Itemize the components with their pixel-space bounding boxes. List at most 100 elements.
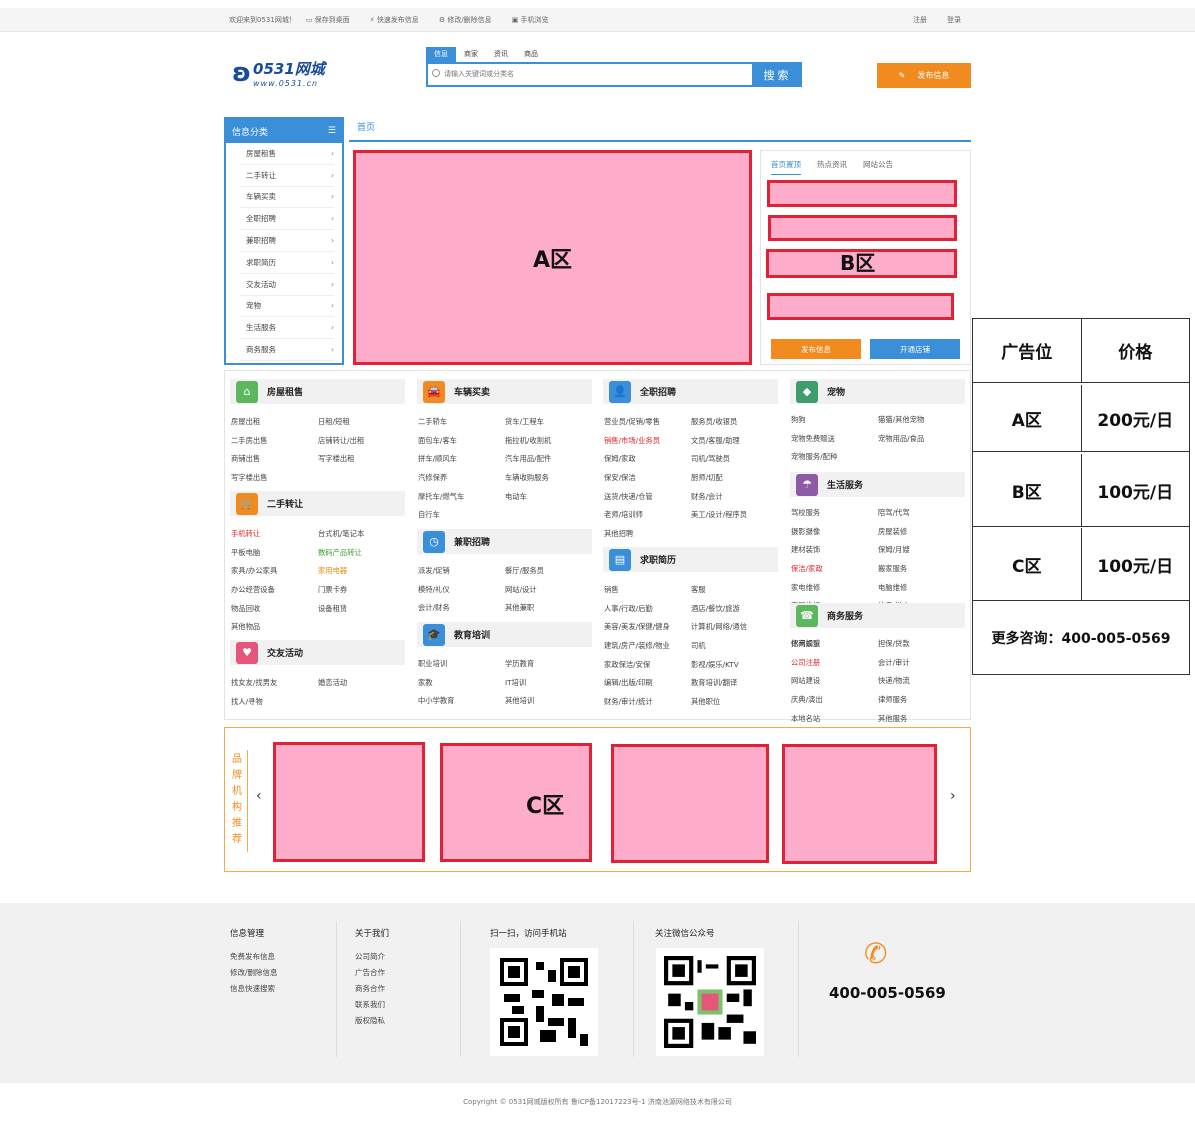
section-header[interactable]: ▤ 求职简历	[603, 547, 778, 572]
section-link[interactable]: 家用电器	[318, 562, 405, 581]
section-link[interactable]: 财务/会计	[691, 488, 778, 507]
section-link[interactable]: 台式机/笔记本	[318, 525, 405, 544]
register-link[interactable]: 注册	[913, 15, 927, 25]
section-link[interactable]: 店铺转让/出租	[318, 432, 405, 451]
section-header[interactable]: 🚘 车辆买卖	[417, 379, 592, 404]
section-link[interactable]: 保安/保洁	[604, 469, 691, 488]
section-link[interactable]: 宠物服务/配种	[791, 448, 878, 467]
section-link[interactable]: 司机	[691, 637, 778, 656]
footer-link[interactable]: 修改/删除信息	[230, 965, 278, 981]
section-link[interactable]: 宠物免费赠送	[791, 430, 878, 449]
section-header[interactable]: ☎ 商务服务	[790, 603, 965, 628]
mobile-link[interactable]: ▣ 手机浏览	[512, 15, 559, 25]
save-desktop-link[interactable]: ▭ 保存到桌面	[306, 15, 360, 25]
section-header[interactable]: ◆ 宠物	[790, 379, 965, 404]
ad-zone-a[interactable]: A区	[353, 150, 752, 365]
section-link[interactable]: 找女友/找男友	[231, 674, 318, 693]
section-link[interactable]: 房屋装修	[878, 523, 965, 542]
section-header[interactable]: 🛒 二手转让	[230, 491, 405, 516]
section-link[interactable]: 家政保洁/安保	[604, 656, 691, 675]
section-link[interactable]: 房屋出租	[231, 413, 318, 432]
section-link[interactable]: 计算机/网络/通信	[691, 618, 778, 637]
section-link[interactable]: 自行车	[418, 506, 505, 525]
section-link[interactable]: 拖拉机/收割机	[505, 432, 592, 451]
tab-home-pinned[interactable]: 首页置顶	[771, 159, 801, 175]
section-link[interactable]: 汽车用品/配件	[505, 450, 592, 469]
post-info-button[interactable]: 发布信息	[771, 339, 861, 359]
tab-site-notice[interactable]: 网站公告	[863, 159, 893, 175]
section-link[interactable]: 销售/市场/业务员	[604, 432, 691, 451]
section-header[interactable]: ⌂ 房屋租售	[230, 379, 405, 404]
section-link[interactable]: 美容/美发/保健/健身	[604, 618, 691, 637]
section-link[interactable]: 美工/设计/程序员	[691, 506, 778, 525]
section-link[interactable]: 职业培训	[418, 655, 505, 674]
section-link[interactable]: 担保/贷款	[878, 635, 965, 654]
section-link[interactable]: 二手轿车	[418, 413, 505, 432]
search-input[interactable]	[428, 64, 752, 85]
section-link[interactable]: 营业员/促销/零售	[604, 413, 691, 432]
search-tab-info[interactable]: 信息	[426, 47, 456, 62]
tab-home[interactable]: 首页	[357, 120, 375, 133]
section-header[interactable]: ☂ 生活服务	[790, 472, 965, 497]
footer-link[interactable]: 版权隐私	[355, 1013, 389, 1029]
section-link[interactable]: 数码产品转让	[318, 544, 405, 563]
section-link[interactable]: 模特/礼仪	[418, 581, 505, 600]
footer-link[interactable]: 信息快速搜索	[230, 981, 278, 997]
carousel-prev-button[interactable]: ‹	[256, 788, 262, 804]
section-link[interactable]: 车辆收购服务	[505, 469, 592, 488]
ad-zone-b-slot[interactable]	[767, 293, 954, 320]
section-link[interactable]: 文员/客服/助理	[691, 432, 778, 451]
section-link[interactable]: 司机/驾驶员	[691, 450, 778, 469]
section-link[interactable]: 网站建设	[791, 672, 878, 691]
section-link[interactable]: 庆典/演出	[791, 691, 878, 710]
login-link[interactable]: 登录	[947, 15, 961, 25]
category-item[interactable]: 交友活动 ›	[240, 274, 334, 296]
search-tab-news[interactable]: 资讯	[486, 47, 516, 62]
section-link[interactable]: 汽修保养	[418, 469, 505, 488]
section-header[interactable]: 🎓 教育培训	[417, 622, 592, 647]
section-link[interactable]: 货车/工程车	[505, 413, 592, 432]
section-link[interactable]: 宠物用品/食品	[878, 430, 965, 449]
section-link[interactable]: 写字楼出租	[318, 450, 405, 469]
section-link[interactable]: 电动车	[505, 488, 592, 507]
section-link[interactable]: 狗狗	[791, 411, 878, 430]
section-link[interactable]: 商铺出售	[231, 450, 318, 469]
section-link[interactable]: 面包车/客车	[418, 432, 505, 451]
section-link[interactable]: 会计/财务	[418, 599, 505, 618]
category-item[interactable]: 兼职招聘 ›	[240, 230, 334, 252]
publish-info-button[interactable]: ✎ 发布信息	[877, 63, 971, 88]
category-item[interactable]: 车辆买卖 ›	[240, 187, 334, 209]
section-link[interactable]: 陪驾/代驾	[878, 504, 965, 523]
ad-zone-b-slot[interactable]	[768, 215, 957, 241]
ad-zone-c-slot[interactable]	[273, 742, 425, 862]
section-header[interactable]: 👤 全职招聘	[603, 379, 778, 404]
section-link[interactable]: 摩托车/燃气车	[418, 488, 505, 507]
section-link[interactable]: 其他招聘	[604, 525, 691, 544]
section-link[interactable]: 派发/促销	[418, 562, 505, 581]
section-link[interactable]: 写字楼出售	[231, 469, 318, 488]
section-link[interactable]: 二手房出售	[231, 432, 318, 451]
section-link[interactable]: 招商加盟	[791, 635, 878, 654]
section-link[interactable]: 送货/快递/仓管	[604, 488, 691, 507]
section-link[interactable]: 其他培训	[505, 692, 592, 711]
ad-zone-b-slot[interactable]	[767, 180, 957, 207]
section-link[interactable]: 其他兼职	[505, 599, 592, 618]
tab-hot-news[interactable]: 热点资讯	[817, 159, 847, 175]
section-link[interactable]: 家教	[418, 674, 505, 693]
section-link[interactable]: 猫猫/其他宠物	[878, 411, 965, 430]
section-link[interactable]: 网站/设计	[505, 581, 592, 600]
section-link[interactable]: 保洁/家政	[791, 560, 878, 579]
footer-link[interactable]: 商务合作	[355, 981, 389, 997]
footer-link[interactable]: 广告合作	[355, 965, 389, 981]
section-link[interactable]: 建材装饰	[791, 541, 878, 560]
section-link[interactable]: 建筑/房产/装修/物业	[604, 637, 691, 656]
ad-zone-c-slot[interactable]	[611, 744, 769, 863]
section-link[interactable]: 家电维修	[791, 579, 878, 598]
carousel-next-button[interactable]: ›	[950, 788, 956, 804]
search-tab-merchant[interactable]: 商家	[456, 47, 486, 62]
ad-zone-c-slot[interactable]	[782, 744, 937, 864]
section-link[interactable]: 手机转让	[231, 525, 318, 544]
section-header[interactable]: ♥ 交友活动	[230, 640, 405, 665]
section-link[interactable]: 日租/短租	[318, 413, 405, 432]
category-item[interactable]: 生活服务 ›	[240, 317, 334, 340]
